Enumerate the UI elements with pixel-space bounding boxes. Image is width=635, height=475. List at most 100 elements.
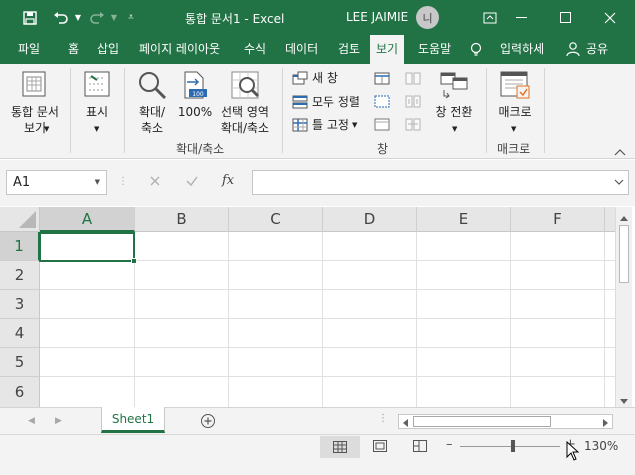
freeze-panes-button[interactable]: 틀 고정 ▼ [292, 117, 357, 133]
workbook-view-button[interactable]: 통합 문서 보기 [6, 104, 64, 136]
new-window-button[interactable]: 새 창 [292, 70, 338, 86]
row-header-3[interactable]: 3 [0, 290, 40, 319]
more-options-icon[interactable]: ⋮ [118, 176, 128, 187]
new-sheet-icon[interactable] [200, 413, 216, 432]
name-box[interactable]: A1 ▼ [6, 170, 107, 195]
user-name[interactable]: LEE JAIMIE [346, 10, 408, 24]
row-header-5[interactable]: 5 [0, 348, 40, 377]
column-header-f[interactable]: F [511, 207, 605, 232]
next-sheet-icon[interactable]: ▶ [55, 416, 62, 426]
scroll-right-icon[interactable] [602, 417, 610, 431]
hide-window-icon[interactable] [374, 95, 390, 112]
column-header-e[interactable]: E [417, 207, 511, 232]
save-icon[interactable] [18, 0, 42, 35]
unhide-window-icon[interactable] [374, 118, 390, 135]
previous-sheet-icon[interactable]: ◀ [28, 416, 35, 426]
name-box-value: A1 [13, 175, 31, 190]
maximize-icon[interactable] [552, 0, 580, 35]
tab-insert[interactable]: 삽입 [97, 35, 119, 64]
zoom-level[interactable]: 130% [584, 439, 618, 453]
new-window-label: 새 창 [312, 71, 338, 85]
page-layout-view-icon[interactable] [373, 440, 387, 455]
cancel-entry-icon[interactable] [148, 174, 162, 191]
undo-dropdown-icon[interactable]: ▼ [72, 0, 84, 35]
arrange-all-icon [292, 95, 308, 109]
page-break-preview-icon[interactable] [413, 440, 427, 455]
zoom-to-selection-icon[interactable] [230, 70, 260, 104]
macros-icon[interactable] [498, 70, 532, 104]
redo-dropdown-icon[interactable]: ▼ [108, 0, 120, 35]
switch-windows-icon[interactable] [439, 70, 469, 104]
horizontal-scrollbar[interactable] [398, 414, 613, 429]
column-header-b[interactable]: B [135, 207, 229, 232]
show-button[interactable]: 표시 [82, 104, 112, 120]
chevron-down-icon[interactable]: ▼ [95, 171, 100, 194]
macros-group-label: 매크로 [497, 142, 531, 156]
zoom-out-button[interactable]: – [446, 437, 453, 452]
row-header-6[interactable]: 6 [0, 377, 40, 407]
tab-data[interactable]: 데이터 [285, 35, 318, 64]
reset-window-position-icon[interactable] [405, 118, 421, 135]
tab-formulas[interactable]: 수식 [244, 35, 266, 64]
zoom-100-button[interactable]: 100% [177, 104, 213, 120]
expand-formula-bar-icon[interactable] [614, 176, 624, 190]
redo-icon[interactable] [86, 0, 108, 35]
zoom-button[interactable]: 확대/축소 [137, 104, 167, 136]
zoom-100-icon[interactable]: 100 [180, 70, 210, 104]
ribbon-separator [282, 68, 283, 153]
ribbon-separator [124, 68, 125, 153]
macros-button[interactable]: 매크로 [494, 104, 536, 120]
share-button[interactable]: 공유 [586, 35, 608, 64]
avatar[interactable]: 니 [416, 6, 439, 29]
chevron-down-icon: ▼ [511, 125, 517, 133]
arrange-all-button[interactable]: 모두 정렬 [292, 94, 360, 110]
vertical-scrollbar[interactable] [615, 207, 632, 407]
zoom-to-selection-button[interactable]: 선택 영역 확대/축소 [214, 104, 276, 136]
select-all-corner[interactable] [0, 207, 40, 232]
lightbulb-icon[interactable] [470, 35, 484, 64]
tab-review[interactable]: 검토 [338, 35, 360, 64]
switch-windows-button[interactable]: 창 전환 [430, 104, 478, 120]
column-header-c[interactable]: C [229, 207, 323, 232]
minimize-icon[interactable] [508, 0, 536, 35]
share-person-icon[interactable] [566, 35, 582, 64]
synchronous-scrolling-icon[interactable] [405, 95, 421, 112]
row-header-4[interactable]: 4 [0, 319, 40, 348]
formula-input[interactable] [252, 170, 629, 195]
ribbon-display-options-icon[interactable] [476, 0, 504, 35]
customize-qat-icon[interactable]: ⩡ [124, 0, 138, 35]
tab-help[interactable]: 도움말 [418, 35, 451, 64]
zoom-magnifier-icon[interactable] [137, 70, 167, 104]
fill-handle[interactable] [131, 258, 137, 264]
tab-file[interactable]: 파일 [18, 35, 40, 64]
tab-page-layout[interactable]: 페이지 레이아웃 [139, 35, 220, 64]
tell-me-input[interactable]: 입력하세 [500, 35, 544, 64]
show-icon[interactable] [82, 70, 112, 102]
view-side-by-side-icon[interactable] [405, 72, 421, 89]
row-header-1[interactable]: 1 [0, 232, 40, 261]
row-header-2[interactable]: 2 [0, 261, 40, 290]
split-icon[interactable] [374, 72, 390, 89]
workbook-view-icon[interactable] [14, 70, 54, 102]
zoom-slider-track[interactable] [460, 446, 560, 447]
horizontal-scroll-thumb[interactable] [413, 416, 551, 427]
insert-function-icon[interactable]: fx [222, 173, 234, 188]
tab-home[interactable]: 홈 [68, 35, 79, 64]
sheet-tab-sheet1[interactable]: Sheet1 [101, 407, 165, 433]
close-icon[interactable] [596, 0, 624, 35]
tab-split-handle[interactable]: ⋮ [378, 413, 388, 424]
column-header-d[interactable]: D [323, 207, 417, 232]
column-header-partial[interactable] [605, 207, 615, 232]
scroll-left-icon[interactable] [401, 417, 409, 431]
undo-icon[interactable] [50, 0, 72, 35]
zoom-slider-thumb[interactable] [511, 440, 515, 452]
normal-view-button[interactable] [320, 436, 360, 458]
tab-view[interactable]: 보기 [370, 35, 405, 64]
cells-area[interactable] [39, 232, 615, 407]
scroll-up-icon[interactable] [619, 211, 629, 225]
column-header-a[interactable]: A [40, 207, 135, 232]
collapse-ribbon-icon[interactable] [614, 144, 626, 160]
selected-cell-a1[interactable] [39, 232, 137, 264]
vertical-scroll-thumb[interactable] [619, 225, 629, 283]
confirm-entry-icon[interactable] [185, 174, 199, 191]
